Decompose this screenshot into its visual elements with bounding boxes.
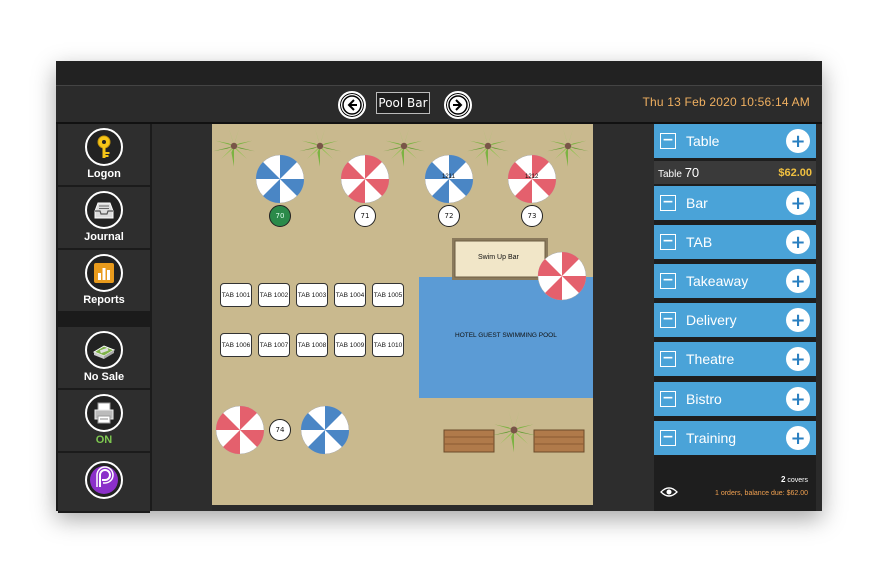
category-label: Bar bbox=[686, 195, 708, 211]
floor-plan: 1211 1212 70 71 72 73 74 TAB 1001 TAB 10… bbox=[212, 124, 593, 505]
category-label: Theatre bbox=[686, 351, 735, 367]
sidebar-divider bbox=[58, 312, 150, 326]
no-sale-button[interactable]: No Sale bbox=[58, 327, 150, 390]
datetime-display: Thu 13 Feb 2020 10:56:14 AM bbox=[642, 95, 810, 109]
brand-logo-button[interactable] bbox=[58, 453, 150, 513]
floor-decorations bbox=[213, 127, 593, 455]
journal-button[interactable]: Journal bbox=[58, 187, 150, 250]
table-71[interactable]: 71 bbox=[354, 205, 376, 227]
collapse-icon[interactable]: − bbox=[660, 430, 676, 446]
category-label: Takeaway bbox=[686, 273, 749, 289]
pos-window: Pool Bar Thu 13 Feb 2020 10:56:14 AM Log… bbox=[56, 61, 822, 513]
category-label: Delivery bbox=[686, 312, 737, 328]
category-training[interactable]: − Training + bbox=[654, 421, 816, 457]
add-icon[interactable]: + bbox=[786, 191, 810, 215]
order-panel: − Table + Table 70 $62.00 − Bar + − TAB … bbox=[654, 124, 816, 511]
category-table[interactable]: − Table + bbox=[654, 124, 816, 160]
umbrella-label: 1211 bbox=[442, 174, 455, 180]
tab-tile[interactable]: TAB 1002 bbox=[258, 283, 290, 307]
balance-due: 1 orders, balance due: $62.00 bbox=[714, 490, 808, 497]
covers-count: 2 covers bbox=[780, 475, 808, 484]
add-icon[interactable]: + bbox=[786, 426, 810, 450]
swim-up-bar-label[interactable]: Swim Up Bar bbox=[478, 254, 519, 261]
top-strip bbox=[56, 61, 822, 86]
sidebar: Logon Journal Reports No Sale ON bbox=[56, 124, 152, 513]
prev-area-button[interactable] bbox=[338, 91, 366, 119]
area-title: Pool Bar bbox=[376, 92, 430, 114]
pool-label: HOTEL GUEST SWIMMING POOL bbox=[455, 332, 557, 339]
printer-icon bbox=[85, 394, 123, 432]
category-bar[interactable]: − Bar + bbox=[654, 186, 816, 222]
add-icon[interactable]: + bbox=[786, 230, 810, 254]
add-icon[interactable]: + bbox=[786, 387, 810, 411]
eye-icon[interactable] bbox=[660, 486, 678, 498]
no-sale-label: No Sale bbox=[83, 371, 125, 383]
collapse-icon[interactable]: − bbox=[660, 273, 676, 289]
inbox-tray-icon bbox=[85, 191, 123, 229]
tab-tile[interactable]: TAB 1007 bbox=[258, 333, 290, 357]
category-label: Bistro bbox=[686, 391, 722, 407]
collapse-icon[interactable]: − bbox=[660, 391, 676, 407]
header-bar: Pool Bar Thu 13 Feb 2020 10:56:14 AM bbox=[56, 86, 822, 124]
tab-tile[interactable]: TAB 1004 bbox=[334, 283, 366, 307]
right-spacer bbox=[593, 124, 654, 511]
logon-label: Logon bbox=[87, 168, 121, 180]
collapse-icon[interactable]: − bbox=[660, 234, 676, 250]
add-icon[interactable]: + bbox=[786, 129, 810, 153]
printer-toggle-button[interactable]: ON bbox=[58, 390, 150, 453]
selected-table-name: Table 70 bbox=[658, 165, 700, 180]
journal-label: Journal bbox=[84, 231, 124, 243]
table-74[interactable]: 74 bbox=[269, 419, 291, 441]
umbrella-label: 1212 bbox=[525, 174, 539, 180]
bar-chart-icon bbox=[85, 254, 123, 292]
selected-table-row[interactable]: Table 70 $62.00 bbox=[654, 161, 816, 184]
add-icon[interactable]: + bbox=[786, 308, 810, 332]
next-area-button[interactable] bbox=[444, 91, 472, 119]
collapse-icon[interactable]: − bbox=[660, 351, 676, 367]
collapse-icon[interactable]: − bbox=[660, 195, 676, 211]
category-label: Table bbox=[686, 133, 720, 149]
arrow-right-icon bbox=[448, 95, 468, 115]
cash-register-icon bbox=[85, 331, 123, 369]
selected-table-amount: $62.00 bbox=[778, 166, 812, 179]
tab-tile[interactable]: TAB 1005 bbox=[372, 283, 404, 307]
key-icon bbox=[85, 128, 123, 166]
table-72[interactable]: 72 bbox=[438, 205, 460, 227]
add-icon[interactable]: + bbox=[786, 347, 810, 371]
reports-label: Reports bbox=[83, 294, 125, 306]
brand-logo-icon bbox=[85, 461, 123, 499]
printer-status-label: ON bbox=[95, 434, 113, 446]
add-icon[interactable]: + bbox=[786, 269, 810, 293]
logon-button[interactable]: Logon bbox=[58, 124, 150, 187]
category-tab[interactable]: − TAB + bbox=[654, 225, 816, 261]
tab-tile[interactable]: TAB 1010 bbox=[372, 333, 404, 357]
collapse-icon[interactable]: − bbox=[660, 312, 676, 328]
category-theatre[interactable]: − Theatre + bbox=[654, 342, 816, 378]
category-label: Training bbox=[686, 430, 737, 446]
category-delivery[interactable]: − Delivery + bbox=[654, 303, 816, 339]
collapse-icon[interactable]: − bbox=[660, 133, 676, 149]
arrow-left-icon bbox=[342, 95, 362, 115]
category-bistro[interactable]: − Bistro + bbox=[654, 382, 816, 418]
tab-tile[interactable]: TAB 1003 bbox=[296, 283, 328, 307]
tab-tile[interactable]: TAB 1008 bbox=[296, 333, 328, 357]
tab-tile[interactable]: TAB 1001 bbox=[220, 283, 252, 307]
table-73[interactable]: 73 bbox=[521, 205, 543, 227]
left-spacer bbox=[152, 124, 212, 511]
category-label: TAB bbox=[686, 234, 713, 250]
tab-tile[interactable]: TAB 1009 bbox=[334, 333, 366, 357]
category-takeaway[interactable]: − Takeaway + bbox=[654, 264, 816, 300]
tab-tile[interactable]: TAB 1006 bbox=[220, 333, 252, 357]
reports-button[interactable]: Reports bbox=[58, 250, 150, 313]
table-70[interactable]: 70 bbox=[269, 205, 291, 227]
